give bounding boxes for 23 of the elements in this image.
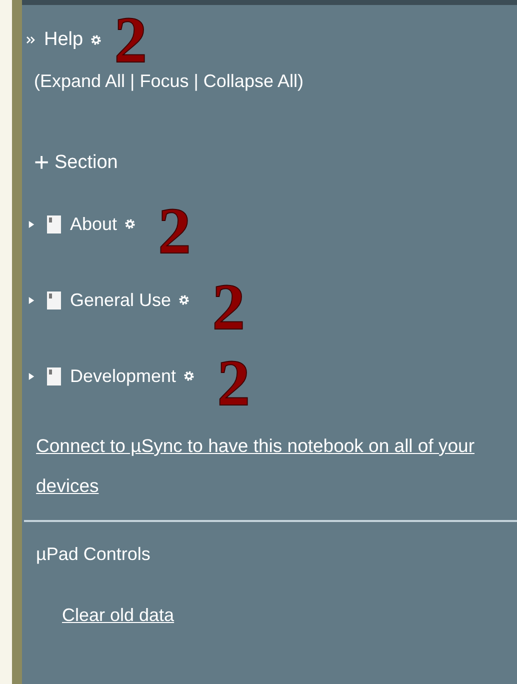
annotation-number: 2 [158, 202, 192, 262]
settings-icon[interactable] [124, 218, 136, 230]
settings-icon[interactable] [183, 370, 196, 382]
settings-icon[interactable] [90, 34, 102, 46]
section-title[interactable]: About [70, 214, 118, 234]
clear-data-link[interactable]: Clear old data [62, 605, 174, 626]
chevron-icon[interactable] [26, 35, 36, 45]
section-title[interactable]: General Use [70, 290, 172, 310]
document-icon [47, 290, 61, 310]
settings-icon[interactable] [178, 294, 190, 306]
controls-heading: µPad Controls [36, 544, 152, 565]
expand-arrow-icon[interactable] [28, 372, 35, 380]
notebook-title[interactable]: Help [44, 29, 84, 51]
annotation-number: 2 [114, 11, 148, 71]
expand-arrow-icon[interactable] [28, 296, 35, 304]
annotation-number: 2 [212, 278, 246, 338]
section-title[interactable]: Development [70, 366, 176, 386]
document-icon [47, 366, 61, 386]
expand-arrow-icon[interactable] [28, 220, 35, 228]
sync-link[interactable]: Connect to µSync to have this notebook on all of your devices [36, 426, 506, 506]
annotation-number: 2 [217, 354, 250, 414]
notebook-actions[interactable]: (Expand All | Focus | Collapse All) [34, 71, 304, 92]
document-icon [47, 214, 61, 234]
